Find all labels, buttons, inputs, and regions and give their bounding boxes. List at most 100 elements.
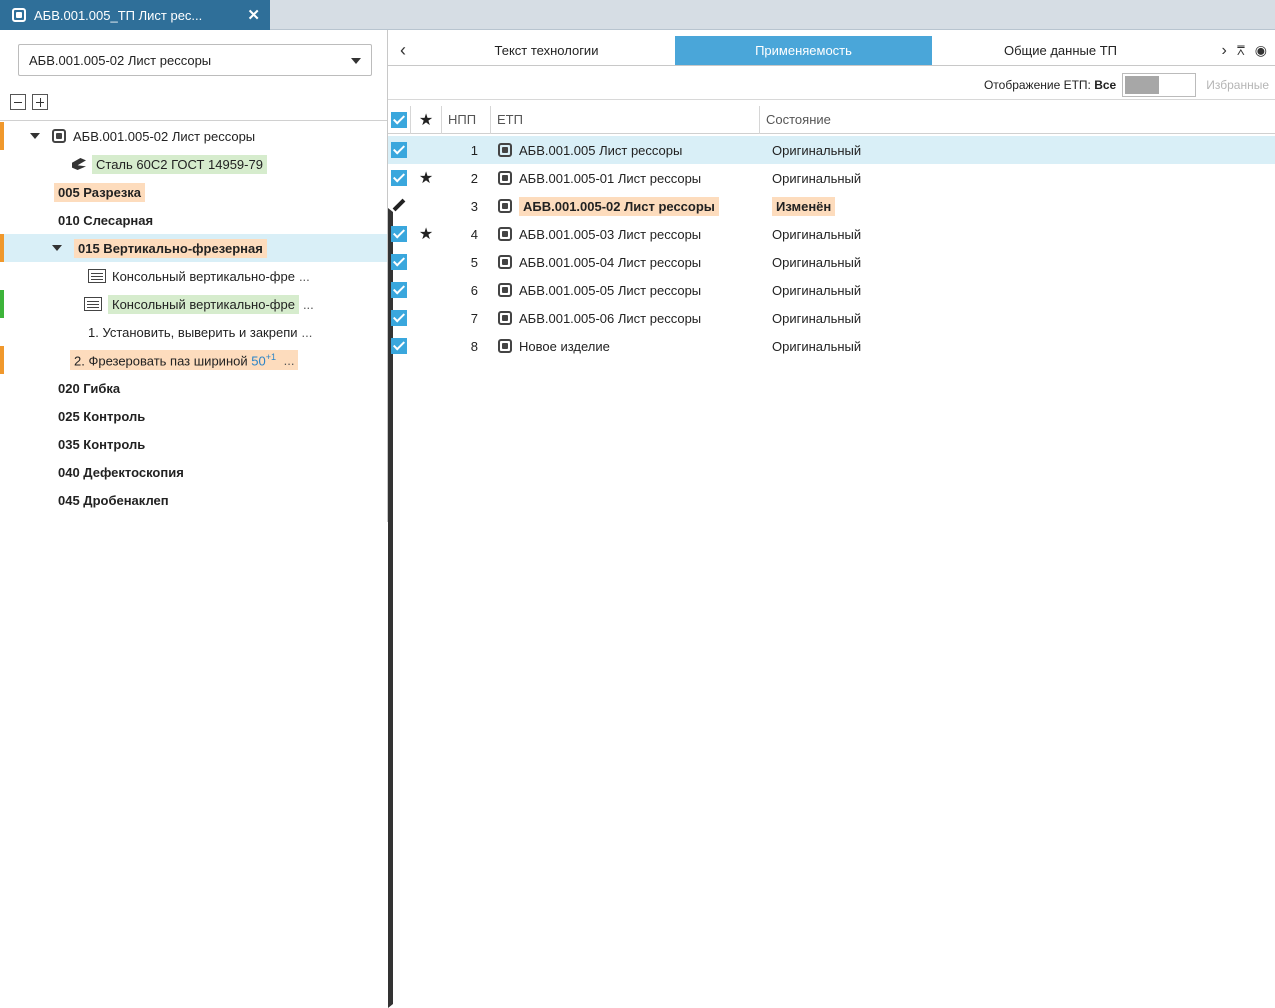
state-cell: Оригинальный [766, 171, 1275, 186]
table-row[interactable]: 7 АБВ.001.005-06 Лист рессоры Оригинальный [388, 304, 1275, 332]
eye-icon[interactable]: ◉ [1255, 42, 1267, 59]
star-icon[interactable]: ★ [411, 168, 441, 188]
tree-item-operation[interactable]: 010 Слесарная [0, 206, 393, 728]
tree-item-label: 035 Контроль [58, 436, 146, 452]
more-button[interactable]: ... [302, 325, 313, 340]
product-select[interactable]: АБВ.001.005-02 Лист рессоры [18, 44, 372, 76]
checkbox-icon[interactable] [391, 142, 407, 158]
more-button[interactable]: ... [299, 269, 310, 284]
npp-cell: 4 [470, 226, 478, 242]
toggle-knob[interactable] [1125, 75, 1160, 94]
tab-tech-text[interactable]: Текст технологии [418, 36, 675, 65]
chevron-right-icon[interactable] [388, 516, 1275, 1008]
tab-applicability[interactable]: Применяемость [675, 36, 932, 65]
tree-item-step[interactable]: 2. Фрезеровать паз шириной 50+1 ... [0, 346, 393, 868]
table-row[interactable]: 3 АБВ.001.005-02 Лист рессоры Изменён [388, 192, 1275, 220]
state-cell: Оригинальный [766, 311, 1275, 326]
tree-item-operation[interactable]: 040 Дефектоскопия [0, 458, 393, 980]
checkbox-icon[interactable] [391, 338, 407, 354]
tree-item-operation[interactable]: 035 Контроль [0, 430, 393, 952]
filter-icon[interactable]: ⩞ [1237, 43, 1245, 59]
tab-nav-tools: › ⩞ ◉ [1189, 36, 1275, 65]
checkbox-icon[interactable] [391, 254, 407, 270]
expand-all-icon[interactable] [32, 94, 48, 110]
checkbox-icon[interactable] [391, 282, 407, 298]
chevron-down-icon[interactable] [30, 133, 40, 139]
checkbox-icon[interactable] [391, 226, 407, 242]
npp-cell: 2 [470, 170, 478, 186]
table-row[interactable]: 8 Новое изделие Оригинальный [388, 332, 1275, 360]
column-header-state[interactable]: Состояние [760, 112, 1275, 127]
star-icon[interactable]: ★ [411, 224, 441, 244]
tree-item-label: 045 Дробенаклеп [58, 492, 169, 508]
chevron-right-icon[interactable]: › [1222, 42, 1227, 60]
favorites-option[interactable]: Избранные [1206, 78, 1269, 92]
chevron-left-icon[interactable]: ‹ [388, 36, 418, 65]
etp-label: АБВ.001.005-01 Лист рессоры [519, 170, 702, 186]
etp-display-toggle[interactable] [1122, 72, 1197, 97]
column-header-etp[interactable]: ЕТП [491, 112, 759, 127]
tree-item-equipment[interactable]: Консольный вертикально-фре ... [0, 262, 387, 290]
machine-icon [88, 269, 106, 283]
edit-cell[interactable] [388, 198, 410, 214]
tolerance-value: +1 [265, 351, 276, 362]
checkbox-icon[interactable] [391, 111, 407, 128]
tree-item-label: 005 Разрезка [54, 182, 146, 202]
document-icon [498, 339, 512, 353]
document-icon [498, 255, 512, 269]
chevron-down-icon[interactable] [351, 58, 361, 64]
tree-item-operation[interactable]: 015 Вертикально-фрезерная [0, 234, 387, 262]
row-checkbox[interactable] [388, 338, 410, 354]
title-bar: АБВ.001.005_ТП Лист рес... ✕ [0, 0, 1275, 30]
pencil-icon[interactable] [391, 198, 407, 214]
checkbox-icon[interactable] [391, 170, 407, 186]
checkbox-icon[interactable] [391, 310, 407, 326]
row-checkbox[interactable] [388, 226, 410, 242]
table-row[interactable]: ★ 4 АБВ.001.005-03 Лист рессоры Оригинальны… [388, 220, 1275, 248]
close-icon[interactable]: ✕ [247, 6, 260, 24]
row-checkbox[interactable] [388, 282, 410, 298]
etp-cell: АБВ.001.005-02 Лист рессоры [490, 196, 766, 216]
row-checkbox[interactable] [388, 310, 410, 326]
npp-cell: 5 [470, 254, 478, 270]
chevron-down-icon[interactable] [52, 245, 62, 251]
table-row[interactable]: 6 АБВ.001.005-05 Лист рессоры Оригинальный [388, 276, 1275, 304]
document-icon [498, 283, 512, 297]
state-cell: Изменён [766, 196, 1275, 216]
etp-label: Новое изделие [519, 338, 610, 354]
star-icon[interactable]: ★ [411, 110, 441, 130]
tab-general-data[interactable]: Общие данные ТП [932, 36, 1189, 65]
machine-icon [84, 297, 102, 311]
tree-root[interactable]: АБВ.001.005-02 Лист рессоры [0, 122, 387, 150]
state-label: Оригинальный [772, 254, 862, 270]
table-row[interactable]: 5 АБВ.001.005-04 Лист рессоры Оригинальный [388, 248, 1275, 276]
tree-item-operation[interactable]: 025 Контроль [0, 402, 393, 924]
etp-label: АБВ.001.005-05 Лист рессоры [519, 282, 702, 298]
tree-item-step[interactable]: 1. Установить, выверить и закрепи ... [0, 318, 387, 346]
state-cell: Оригинальный [766, 255, 1275, 270]
etp-cell: АБВ.001.005-01 Лист рессоры [490, 171, 766, 186]
tree-item-label: Консольный вертикально-фре [112, 268, 295, 284]
tree-item-material[interactable]: Сталь 60С2 ГОСТ 14959-79 [0, 150, 387, 178]
etp-label: АБВ.001.005-06 Лист рессоры [519, 310, 702, 326]
collapse-all-icon[interactable] [10, 94, 26, 110]
tree-item-equipment[interactable]: Консольный вертикально-фре ... [0, 290, 387, 318]
tree-item-operation[interactable]: 005 Разрезка [0, 178, 393, 700]
more-button[interactable]: ... [303, 297, 314, 312]
table-row[interactable]: 1 АБВ.001.005 Лист рессоры Оригинальный [388, 136, 1275, 164]
document-tab[interactable]: АБВ.001.005_ТП Лист рес... ✕ [0, 0, 270, 30]
row-checkbox[interactable] [388, 142, 410, 158]
tree-item-label: 010 Слесарная [58, 212, 154, 228]
more-button[interactable]: ... [284, 353, 295, 368]
tree-item-operation[interactable]: 020 Гибка [0, 374, 393, 896]
tree-item-operation[interactable]: 045 Дробенаклеп [0, 486, 393, 1008]
table-row[interactable]: ★ 2 АБВ.001.005-01 Лист рессоры Оригинальны… [388, 164, 1275, 192]
row-checkbox[interactable] [388, 254, 410, 270]
row-checkbox[interactable] [388, 170, 410, 186]
etp-label: АБВ.001.005-04 Лист рессоры [519, 254, 702, 270]
select-all-checkbox[interactable] [388, 111, 410, 128]
tab-bar: ‹ Текст технологии Применяемость Общие д… [388, 36, 1275, 66]
tree-item-label: 025 Контроль [58, 408, 146, 424]
column-header-npp[interactable]: НПП [442, 112, 490, 127]
document-icon [498, 171, 512, 185]
